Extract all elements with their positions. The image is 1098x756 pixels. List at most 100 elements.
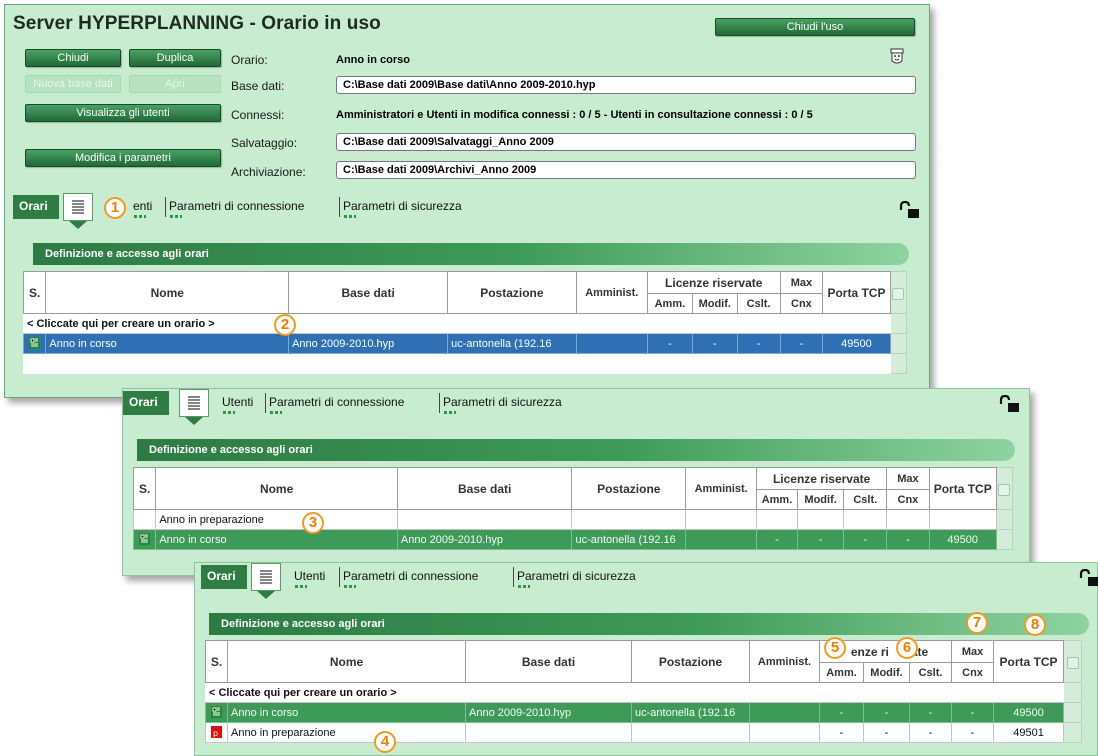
tab-utenti[interactable]: enti	[133, 197, 152, 218]
col-base-dati[interactable]: Base dati	[396, 467, 573, 510]
duplicate-button[interactable]: Duplica	[129, 49, 221, 67]
tab-orari-2[interactable]: Orari	[123, 391, 169, 415]
scrollbar-3[interactable]	[1063, 640, 1083, 683]
callout-1: 1	[104, 197, 126, 219]
cell-porta: 49500	[928, 529, 997, 550]
connected-label: Connessi:	[231, 108, 285, 122]
tab-connection-params-3[interactable]: Parametri di connessione	[339, 567, 478, 588]
scroll-up-arrow[interactable]	[1066, 656, 1079, 669]
col-postazione[interactable]: Postazione	[447, 271, 577, 314]
create-schedule-link[interactable]: < Cliccate qui per creare un orario >	[204, 682, 1065, 703]
col-licenze[interactable]: Licenze riservate	[646, 271, 781, 294]
col-porta[interactable]: Porta TCP	[928, 467, 997, 510]
create-schedule-link[interactable]: < Cliccate qui per creare un orario >	[23, 313, 891, 334]
scrollbar-2[interactable]	[995, 467, 1014, 510]
tab-utenti-label: Utenti	[222, 395, 254, 409]
tab-utenti-2[interactable]: Utenti	[219, 393, 254, 414]
schedules-table-2: S. Nome Base dati Postazione Amminist. L…	[132, 467, 1014, 550]
tab-connection-params-label: Parametri di connessione	[269, 395, 405, 409]
col-s[interactable]: S.	[205, 640, 228, 683]
scroll-up-arrow[interactable]	[892, 287, 905, 300]
col-max[interactable]: Max	[951, 640, 995, 663]
create-schedule-row[interactable]: < Cliccate qui per creare un orario >	[204, 682, 1083, 703]
open-button[interactable]: Apri	[129, 75, 221, 93]
tab-connection-params-2[interactable]: Parametri di connessione	[265, 393, 405, 414]
list-view-icon[interactable]	[63, 193, 93, 221]
tab-security-params-2[interactable]: Parametri di sicurezza	[439, 393, 562, 414]
cell-modif: -	[863, 722, 910, 743]
col-postazione[interactable]: Postazione	[571, 467, 687, 510]
svg-text:p: p	[213, 729, 218, 738]
close-use-button[interactable]: Chiudi l'uso	[715, 18, 915, 36]
view-users-button[interactable]: Visualizza gli utenti	[25, 104, 221, 122]
cell-cnx: -	[779, 333, 824, 354]
col-cnx[interactable]: Cnx	[779, 293, 824, 314]
tab-bar-3: Orari Utenti Parametri di connessione Pa…	[195, 563, 1098, 599]
cell-nome-edit[interactable]: Anno in preparazione	[155, 509, 398, 530]
col-amm[interactable]: Amm.	[819, 662, 864, 683]
table-row[interactable]: Anno in corso Anno 2009-2010.hyp uc-anto…	[132, 529, 1014, 550]
edit-parameters-button[interactable]: Modifica i parametri	[25, 149, 221, 167]
close-button[interactable]: Chiudi	[25, 49, 121, 67]
tab-security-params[interactable]: Parametri di sicurezza	[339, 197, 462, 218]
unlocked-icon-2[interactable]	[999, 395, 1021, 413]
archive-path-field[interactable]: C:\Base dati 2009\Archivi_Anno 2009	[336, 161, 916, 179]
tab-connection-params[interactable]: Parametri di connessione	[165, 197, 304, 218]
tab-utenti-3[interactable]: Utenti	[291, 567, 326, 588]
database-path-field[interactable]: C:\Base dati 2009\Base dati\Anno 2009-20…	[336, 76, 916, 94]
col-base-dati[interactable]: Base dati	[288, 271, 449, 314]
col-cslt[interactable]: Cslt.	[908, 662, 953, 683]
new-schedule-row[interactable]: Anno in preparazione	[132, 509, 1014, 530]
col-max[interactable]: Max	[886, 467, 930, 490]
col-modif[interactable]: Modif.	[796, 489, 845, 510]
callout-8: 8	[1024, 614, 1046, 636]
col-cslt[interactable]: Cslt.	[843, 489, 888, 510]
table-row[interactable]: p Anno in preparazione - - - - 49501	[205, 722, 1083, 743]
tab-orari-3[interactable]: Orari	[201, 565, 247, 589]
list-view-icon-2[interactable]	[179, 389, 209, 417]
col-cnx[interactable]: Cnx	[951, 662, 995, 683]
callout-5: 5	[824, 637, 846, 659]
col-amminist[interactable]: Amminist.	[749, 640, 820, 683]
col-amm[interactable]: Amm.	[646, 293, 693, 314]
tab-orari[interactable]: Orari	[13, 195, 59, 219]
col-cslt[interactable]: Cslt.	[736, 293, 781, 314]
col-modif[interactable]: Modif.	[691, 293, 738, 314]
cell-cnx: -	[951, 722, 995, 743]
col-cnx[interactable]: Cnx	[886, 489, 930, 510]
col-porta[interactable]: Porta TCP	[993, 640, 1065, 683]
col-licenze[interactable]: Licenze riservate	[756, 467, 888, 490]
section-title: Definizione e accesso agli orari	[33, 243, 909, 265]
tab-utenti-label: Utenti	[294, 569, 326, 583]
col-postazione[interactable]: Postazione	[631, 640, 750, 683]
new-database-button[interactable]: Nuova base dati	[25, 75, 121, 93]
col-nome[interactable]: Nome	[227, 640, 466, 683]
col-modif[interactable]: Modif.	[863, 662, 910, 683]
col-amminist[interactable]: Amminist.	[575, 271, 648, 314]
cell-postazione: uc-antonella (192.16	[447, 333, 577, 354]
col-s[interactable]: S.	[22, 271, 47, 314]
col-base-dati[interactable]: Base dati	[465, 640, 632, 683]
col-porta[interactable]: Porta TCP	[822, 271, 891, 314]
tab-security-params-3[interactable]: Parametri di sicurezza	[513, 567, 636, 588]
col-s[interactable]: S.	[132, 467, 157, 510]
table-row[interactable]: Anno in corso Anno 2009-2010.hyp uc-anto…	[205, 702, 1083, 723]
unlocked-icon[interactable]	[899, 201, 921, 219]
backup-path-field[interactable]: C:\Base dati 2009\Salvataggi_Anno 2009	[336, 133, 916, 151]
table-row[interactable]: Anno in corso Anno 2009-2010.hyp uc-anto…	[22, 333, 908, 354]
col-nome[interactable]: Nome	[45, 271, 290, 314]
col-nome[interactable]: Nome	[155, 467, 398, 510]
col-max[interactable]: Max	[779, 271, 824, 294]
user-icon[interactable]	[889, 48, 905, 65]
list-view-icon-3[interactable]	[251, 563, 281, 591]
cell-nome: Anno in corso	[155, 529, 398, 550]
create-schedule-row[interactable]: < Cliccate qui per creare un orario >	[23, 313, 908, 334]
col-amminist[interactable]: Amminist.	[685, 467, 758, 510]
scrollbar[interactable]	[889, 271, 908, 314]
unlocked-icon-3[interactable]	[1079, 569, 1098, 587]
col-amm[interactable]: Amm.	[756, 489, 798, 510]
status-icon	[22, 333, 47, 354]
cell-cnx: -	[886, 529, 930, 550]
scroll-up-arrow[interactable]	[998, 483, 1011, 496]
cell-base-dati: Anno 2009-2010.hyp	[396, 529, 573, 550]
